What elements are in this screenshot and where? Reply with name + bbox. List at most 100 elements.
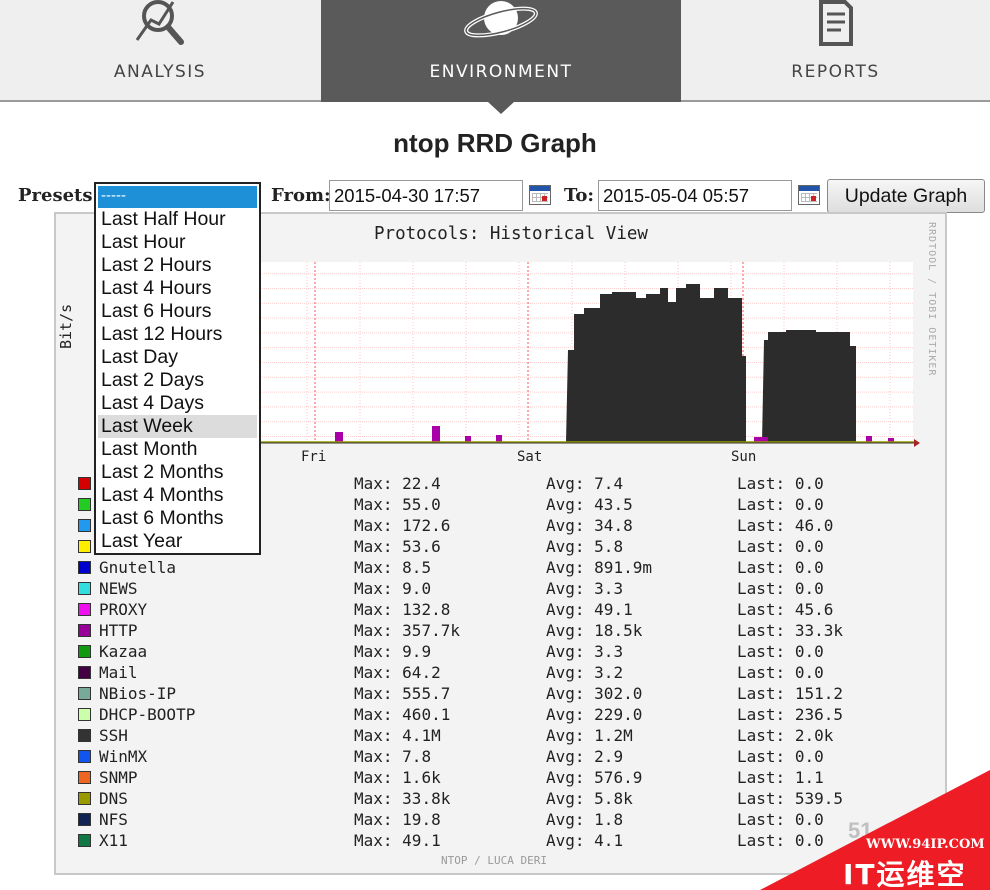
legend-row: NEWS Max: 9.0 Avg: 3.3 Last: 0.0 (76, 578, 936, 599)
legend-avg-value: 43.5 (594, 495, 633, 514)
legend-avg-value: 49.1 (594, 600, 633, 619)
tab-environment[interactable]: ENVIRONMENT (321, 0, 681, 102)
legend-row: DNS Max: 33.8k Avg: 5.8k Last: 539.5 (76, 788, 936, 809)
legend-max: Max: 33.8k (354, 789, 450, 808)
legend-max: Max: 7.8 (354, 747, 431, 766)
preset-option[interactable]: Last Week (98, 415, 257, 438)
legend-max: Max: 132.8 (354, 600, 450, 619)
legend-max-label: Max: (354, 600, 393, 619)
legend-avg: Avg: 891.9m (546, 558, 652, 577)
legend-last: Last: 0.0 (737, 747, 824, 766)
tab-environment-label: ENVIRONMENT (429, 62, 573, 82)
legend-avg-value: 5.8 (594, 537, 624, 556)
from-label: From: (271, 185, 331, 206)
legend-avg: Avg: 1.2M (546, 726, 633, 745)
legend-row: HTTP Max: 357.7k Avg: 18.5k Last: 33.3k (76, 620, 936, 641)
to-calendar-icon[interactable] (798, 185, 820, 205)
legend-last-label: Last: (737, 831, 786, 850)
legend-max-label: Max: (354, 642, 393, 661)
legend-swatch (78, 582, 91, 595)
legend-max-label: Max: (354, 831, 393, 850)
legend-last: Last: 46.0 (737, 516, 833, 535)
legend-last-label: Last: (737, 642, 786, 661)
legend-last-value: 2.0k (794, 726, 834, 745)
legend-last-label: Last: (737, 600, 786, 619)
legend-row: PROXY Max: 132.8 Avg: 49.1 Last: 45.6 (76, 599, 936, 620)
legend-max: Max: 555.7 (354, 684, 450, 703)
preset-option[interactable]: Last Half Hour (98, 208, 257, 231)
legend-avg: Avg: 302.0 (546, 684, 642, 703)
legend-swatch (78, 561, 91, 574)
preset-option[interactable]: Last 4 Months (98, 484, 257, 507)
x-tick-fri: Fri (301, 449, 327, 465)
legend-max: Max: 55.0 (354, 495, 441, 514)
from-date-input[interactable]: 2015-04-30 17:57 (329, 180, 523, 211)
legend-avg-value: 4.1 (594, 831, 624, 850)
legend-row: SSH Max: 4.1M Avg: 1.2M Last: 2.0k (76, 725, 936, 746)
preset-option[interactable]: Last Year (98, 530, 257, 553)
preset-option[interactable]: Last 6 Hours (98, 300, 257, 323)
preset-option[interactable]: Last 4 Days (98, 392, 257, 415)
legend-last: Last: 0.0 (737, 663, 824, 682)
legend-max-value: 7.8 (402, 747, 432, 766)
legend-max: Max: 22.4 (354, 474, 441, 493)
legend-max-value: 555.7 (402, 684, 451, 703)
legend-swatch (78, 750, 91, 763)
legend-avg-value: 3.2 (594, 663, 624, 682)
y-axis-label: Bit/s (57, 303, 75, 349)
preset-option[interactable]: Last 2 Hours (98, 254, 257, 277)
legend-avg-value: 3.3 (594, 642, 624, 661)
legend-last: Last: 0.0 (737, 831, 824, 850)
legend-max-label: Max: (354, 684, 393, 703)
legend-avg: Avg: 5.8k (546, 789, 633, 808)
legend-avg-value: 5.8k (594, 789, 633, 808)
legend-max-label: Max: (354, 726, 393, 745)
legend-avg-value: 2.9 (594, 747, 624, 766)
preset-option[interactable]: Last Month (98, 438, 257, 461)
from-calendar-icon[interactable] (529, 185, 551, 205)
legend-swatch (78, 687, 91, 700)
presets-dropdown[interactable]: ----- Last Half Hour Last Hour Last 2 Hour… (94, 182, 261, 555)
legend-row: Mail Max: 64.2 Avg: 3.2 Last: 0.0 (76, 662, 936, 683)
legend-max: Max: 460.1 (354, 705, 450, 724)
legend-avg-label: Avg: (546, 600, 585, 619)
legend-avg: Avg: 43.5 (546, 495, 633, 514)
legend-last-value: 33.3k (794, 621, 843, 640)
legend-max-label: Max: (354, 789, 393, 808)
legend-avg: Avg: 7.4 (546, 474, 623, 493)
x-axis-arrow (914, 439, 920, 447)
legend-swatch (78, 519, 91, 532)
tab-analysis[interactable]: ANALYSIS (0, 0, 320, 102)
legend-max: Max: 19.8 (354, 810, 441, 829)
legend-avg-label: Avg: (546, 579, 585, 598)
legend-name: X11 (99, 831, 128, 850)
legend-max-value: 1.6k (402, 768, 441, 787)
legend-swatch (78, 771, 91, 784)
preset-option[interactable]: Last 6 Months (98, 507, 257, 530)
legend-last-value: 0.0 (794, 474, 824, 493)
preset-option[interactable]: Last 2 Days (98, 369, 257, 392)
legend-last: Last: 0.0 (737, 474, 824, 493)
tab-reports[interactable]: REPORTS (681, 0, 990, 102)
preset-option[interactable]: Last 4 Hours (98, 277, 257, 300)
legend-max-label: Max: (354, 516, 393, 535)
legend-last-label: Last: (737, 705, 786, 724)
preset-option[interactable]: Last Hour (98, 231, 257, 254)
to-date-input[interactable]: 2015-05-04 05:57 (598, 180, 792, 211)
legend-avg: Avg: 34.8 (546, 516, 633, 535)
legend-max: Max: 8.5 (354, 558, 431, 577)
legend-swatch (78, 603, 91, 616)
legend-avg-label: Avg: (546, 558, 585, 577)
legend-max: Max: 64.2 (354, 663, 441, 682)
legend-swatch (78, 477, 91, 490)
presets-selected-value[interactable]: ----- (98, 186, 257, 208)
legend-avg-label: Avg: (546, 726, 585, 745)
preset-option[interactable]: Last 2 Months (98, 461, 257, 484)
legend-avg: Avg: 3.2 (546, 663, 623, 682)
legend-swatch (78, 666, 91, 679)
legend-row: Kazaa Max: 9.9 Avg: 3.3 Last: 0.0 (76, 641, 936, 662)
preset-option[interactable]: Last Day (98, 346, 257, 369)
update-graph-button[interactable]: Update Graph (827, 179, 985, 213)
legend-last: Last: 0.0 (737, 642, 824, 661)
preset-option[interactable]: Last 12 Hours (98, 323, 257, 346)
